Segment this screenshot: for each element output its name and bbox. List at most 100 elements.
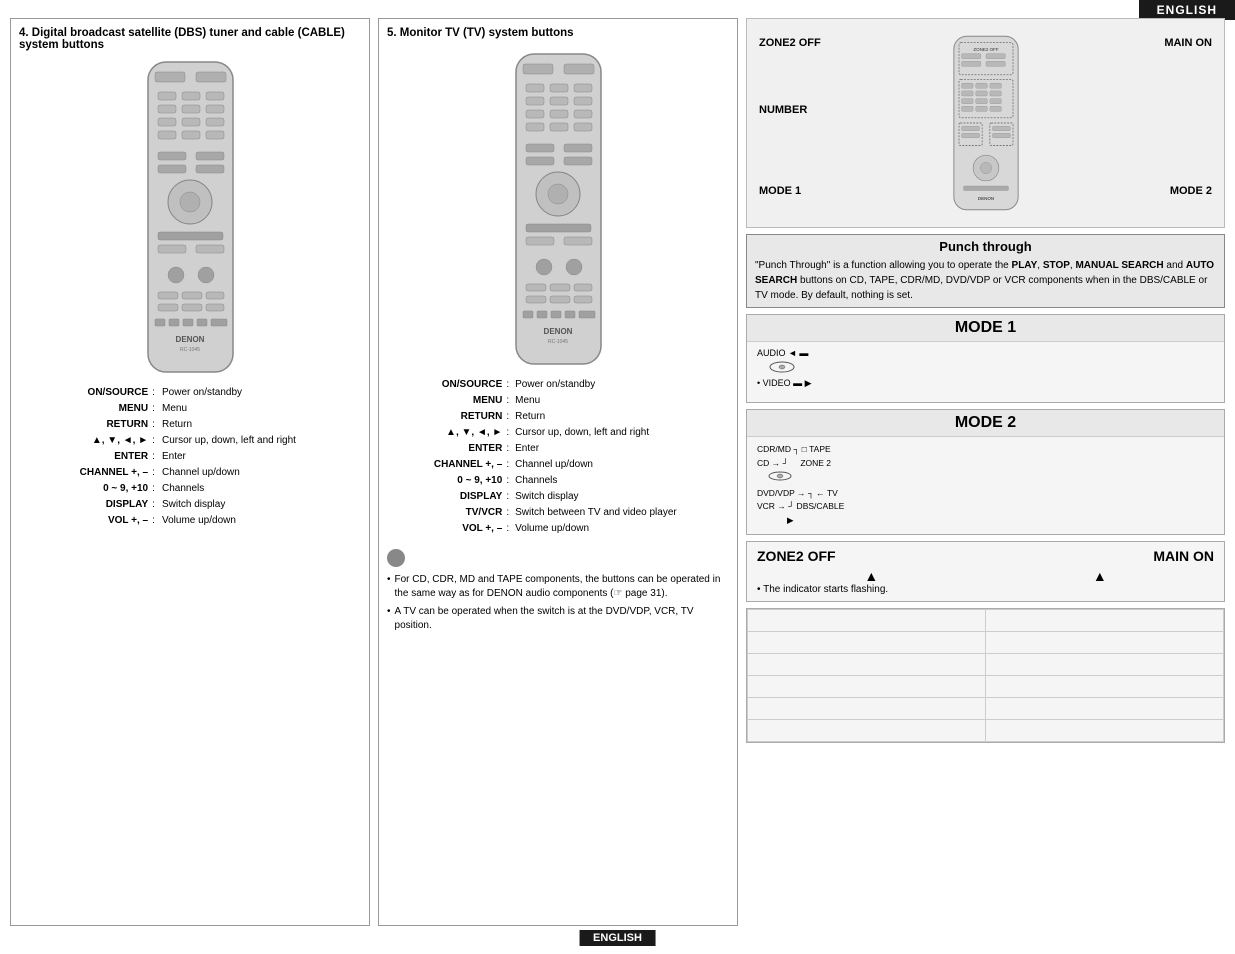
tv-btn-colon: : — [504, 457, 513, 473]
punch-through-text: "Punch Through" is a function allowing y… — [755, 258, 1216, 303]
diagram-remote-svg: ZONE2 OFF — [916, 33, 1056, 213]
mode2-line1: CDR/MD ┐ □ TAPE — [757, 443, 1214, 457]
tv-title: 5. Monitor TV (TV) system buttons — [387, 27, 729, 39]
zone2-off-label: ZONE2 OFF — [759, 37, 821, 49]
pt-manual: MANUAL SEARCH — [1075, 260, 1163, 271]
dbs-btn-desc: Switch display — [160, 497, 361, 513]
dbs-button-list: ON/SOURCE : Power on/standby MENU : Menu… — [19, 385, 361, 529]
mode1-line2: • VIDEO ▬ ▶ — [757, 378, 1214, 389]
tv-remote-svg: DENON RC-1045 — [501, 49, 616, 369]
table-row — [748, 675, 1224, 697]
table-cell — [986, 631, 1224, 653]
dbs-btn-label: RETURN — [19, 417, 150, 433]
dbs-button-row: DISPLAY : Switch display — [19, 497, 361, 513]
dbs-button-row: RETURN : Return — [19, 417, 361, 433]
tv-button-row: CHANNEL +, – : Channel up/down — [387, 457, 729, 473]
tv-section: 5. Monitor TV (TV) system buttons — [378, 18, 738, 926]
dbs-title: 4. Digital broadcast satellite (DBS) tun… — [19, 27, 361, 51]
tv-btn-label: DISPLAY — [387, 489, 504, 505]
zone-section: ZONE2 OFF MAIN ON ▲ ▲ • The indicator st… — [746, 541, 1225, 602]
dbs-button-row: 0 ~ 9, +10 : Channels — [19, 481, 361, 497]
bottom-english-banner: ENGLISH — [579, 930, 656, 946]
bottom-data-table — [747, 609, 1224, 742]
pt-play: PLAY — [1012, 260, 1038, 271]
tv-btn-desc: Cursor up, down, left and right — [513, 425, 729, 441]
punch-through-title: Punch through — [755, 239, 1216, 254]
tv-btn-desc: Switch between TV and video player — [513, 505, 729, 521]
dbs-btn-colon: : — [150, 417, 160, 433]
svg-text:DENON: DENON — [543, 327, 572, 336]
note-bullet: • — [387, 573, 391, 601]
pencil-icon — [387, 549, 405, 567]
tv-button-row: ENTER : Enter — [387, 441, 729, 457]
tv-btn-colon: : — [504, 441, 513, 457]
tv-btn-label: ENTER — [387, 441, 504, 457]
tv-button-row: 0 ~ 9, +10 : Channels — [387, 473, 729, 489]
dbs-btn-colon: : — [150, 385, 160, 401]
tv-btn-colon: : — [504, 521, 513, 537]
dbs-btn-label: 0 ~ 9, +10 — [19, 481, 150, 497]
pt-text1: "Punch Through" is a function allowing y… — [755, 260, 1012, 271]
mode2-section: MODE 2 CDR/MD ┐ □ TAPE CD → ┘ ZONE 2 DVD… — [746, 409, 1225, 535]
table-row — [748, 609, 1224, 631]
dbs-button-row: MENU : Menu — [19, 401, 361, 417]
top-diagram: ZONE2 OFF — [746, 18, 1225, 228]
tv-button-row: ▲, ▼, ◄, ► : Cursor up, down, left and r… — [387, 425, 729, 441]
tv-btn-label: VOL +, – — [387, 521, 504, 537]
mode1-cd-icon — [767, 360, 1214, 376]
tv-btn-desc: Channel up/down — [513, 457, 729, 473]
svg-text:RC-1045: RC-1045 — [179, 347, 199, 353]
tv-button-row: ON/SOURCE : Power on/standby — [387, 377, 729, 393]
mode2-content: CDR/MD ┐ □ TAPE CD → ┘ ZONE 2 DVD/VDP → … — [747, 437, 1224, 534]
table-cell — [986, 609, 1224, 631]
dbs-button-row: ENTER : Enter — [19, 449, 361, 465]
number-label: NUMBER — [759, 104, 807, 116]
main-on-text: MAIN ON — [1153, 548, 1214, 564]
svg-text:DENON: DENON — [175, 335, 204, 344]
note-text: A TV can be operated when the switch is … — [395, 605, 729, 633]
tv-btn-desc: Return — [513, 409, 729, 425]
table-row — [748, 653, 1224, 675]
dbs-btn-desc: Volume up/down — [160, 513, 361, 529]
dbs-section: 4. Digital broadcast satellite (DBS) tun… — [10, 18, 370, 926]
dbs-btn-colon: : — [150, 497, 160, 513]
tv-btn-label: MENU — [387, 393, 504, 409]
mode2-cd-svg — [765, 470, 795, 482]
dbs-btn-label: ON/SOURCE — [19, 385, 150, 401]
mode2-line3: DVD/VDP → ┐ ← TV — [757, 487, 1214, 501]
dbs-btn-desc: Menu — [160, 401, 361, 417]
svg-text:RC-1045: RC-1045 — [547, 339, 567, 345]
dbs-btn-colon: : — [150, 433, 160, 449]
dbs-button-row: CHANNEL +, – : Channel up/down — [19, 465, 361, 481]
pt-stop: STOP — [1043, 260, 1070, 271]
tv-btn-desc: Enter — [513, 441, 729, 457]
tv-btn-label: RETURN — [387, 409, 504, 425]
dbs-btn-desc: Power on/standby — [160, 385, 361, 401]
tv-remote-area: DENON RC-1045 — [387, 49, 729, 369]
punch-through-section: Punch through "Punch Through" is a funct… — [746, 234, 1225, 308]
dbs-remote-svg: DENON RC-1045 — [133, 57, 248, 377]
mode2-arrow: ▶ — [787, 514, 1214, 528]
table-cell — [748, 697, 986, 719]
table-cell — [748, 609, 986, 631]
tv-button-list: ON/SOURCE : Power on/standby MENU : Menu… — [387, 377, 729, 537]
dbs-btn-colon: : — [150, 465, 160, 481]
tv-note-item: •A TV can be operated when the switch is… — [387, 605, 729, 633]
tv-notes-area: •For CD, CDR, MD and TAPE components, th… — [387, 543, 729, 637]
tv-btn-label: TV/VCR — [387, 505, 504, 521]
dbs-btn-label: ▲, ▼, ◄, ► — [19, 433, 150, 449]
tv-button-row: TV/VCR : Switch between TV and video pla… — [387, 505, 729, 521]
mode1-content: AUDIO ◄ ▬ • VIDEO ▬ ▶ — [747, 342, 1224, 402]
zone-row: ZONE2 OFF MAIN ON — [757, 548, 1214, 564]
pt-and: and — [1164, 260, 1186, 271]
tv-btn-desc: Volume up/down — [513, 521, 729, 537]
pencil-icon-row — [387, 549, 729, 567]
left-arrow: ▲ — [864, 568, 878, 584]
zone-note: • The indicator starts flashing. — [757, 584, 1214, 595]
table-cell — [986, 697, 1224, 719]
dbs-btn-label: ENTER — [19, 449, 150, 465]
dbs-button-row: ON/SOURCE : Power on/standby — [19, 385, 361, 401]
dbs-btn-desc: Channel up/down — [160, 465, 361, 481]
tv-btn-desc: Channels — [513, 473, 729, 489]
tv-btn-colon: : — [504, 377, 513, 393]
